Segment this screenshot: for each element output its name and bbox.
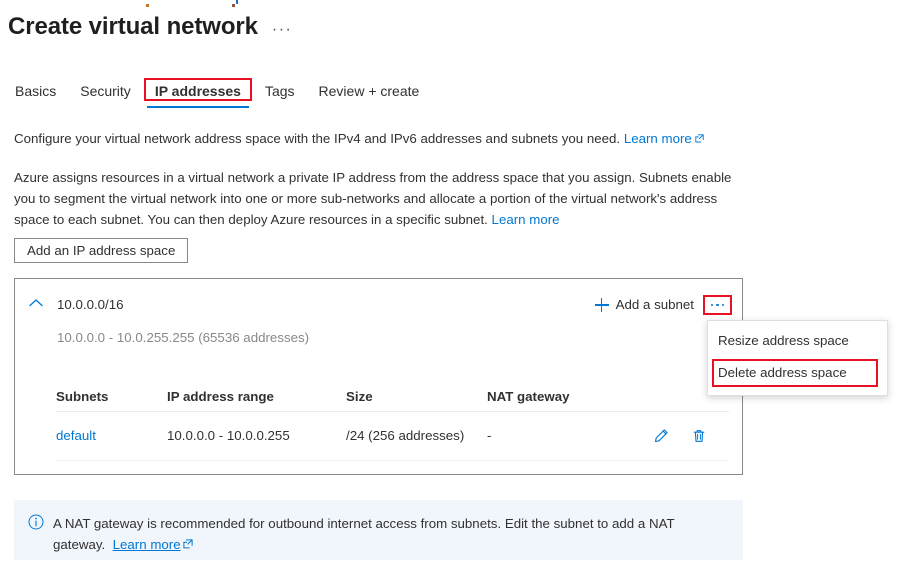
menu-item-delete-address-space[interactable]: Delete address space: [708, 357, 887, 389]
plus-icon: [594, 298, 609, 312]
tab-basics-label: Basics: [15, 83, 57, 99]
page-title: Create virtual network: [8, 13, 258, 40]
address-space-panel: 10.0.0.0/16 10.0.0.0 - 10.0.255.255 (655…: [14, 278, 743, 475]
table-header-row: Subnets IP address range Size NAT gatewa…: [56, 383, 729, 412]
menu-item-resize-address-space[interactable]: Resize address space: [708, 325, 887, 357]
tab-tags[interactable]: Tags: [253, 78, 307, 108]
capture-artifact-left: [146, 4, 149, 7]
cell-subnet-name: default: [56, 427, 167, 445]
intro-learn-more-link-2[interactable]: Learn more: [492, 212, 560, 227]
address-space-cidr: 10.0.0.0/16: [57, 297, 124, 312]
add-subnet-button[interactable]: Add a subnet: [594, 296, 694, 314]
column-header-nat-gateway: NAT gateway: [487, 389, 570, 404]
menu-item-delete-address-space-label: Delete address space: [718, 365, 847, 380]
column-header-size: Size: [346, 389, 373, 404]
tab-ip-addresses-label: IP addresses: [154, 83, 241, 99]
intro-learn-more-link-1[interactable]: Learn more: [624, 131, 692, 146]
cell-row-actions: [653, 428, 729, 444]
address-space-context-menu: Resize address space Delete address spac…: [707, 320, 888, 396]
ellipsis-dot-1: [710, 303, 714, 307]
wizard-tabs: Basics Security IP addresses Tags Review…: [3, 78, 431, 108]
edit-pencil-icon[interactable]: [653, 428, 669, 444]
column-header-subnets: Subnets: [56, 389, 109, 404]
capture-artifact-top: [236, 0, 238, 4]
cell-size: /24 (256 addresses): [346, 428, 465, 443]
nat-gateway-info-banner: A NAT gateway is recommended for outboun…: [14, 500, 743, 560]
address-space-range-summary: 10.0.0.0 - 10.0.255.255 (65536 addresses…: [57, 330, 310, 345]
delete-trash-icon[interactable]: [691, 428, 707, 444]
tab-tags-label: Tags: [264, 83, 295, 99]
intro-paragraph-1: Configure your virtual network address s…: [14, 128, 744, 149]
info-banner-text-wrapper: A NAT gateway is recommended for outboun…: [53, 513, 733, 555]
ellipsis-dot-3: [721, 303, 725, 307]
chevron-up-icon[interactable]: [29, 298, 43, 308]
tab-ip-addresses[interactable]: IP addresses: [143, 78, 253, 108]
address-space-more-actions-button[interactable]: [703, 295, 732, 315]
address-space-header: 10.0.0.0/16 10.0.0.0 - 10.0.255.255 (655…: [15, 279, 742, 345]
info-banner-learn-more-link[interactable]: Learn more: [113, 537, 181, 552]
tab-basics[interactable]: Basics: [3, 78, 68, 108]
subnets-table: Subnets IP address range Size NAT gatewa…: [56, 383, 729, 461]
external-link-icon: [695, 134, 704, 143]
tab-security[interactable]: Security: [68, 78, 143, 108]
info-circle-icon: [28, 514, 44, 530]
table-row: default 10.0.0.0 - 10.0.0.255 /24 (256 a…: [56, 412, 729, 461]
intro-paragraph-2: Azure assigns resources in a virtual net…: [14, 167, 746, 230]
cell-ip-address-range: 10.0.0.0 - 10.0.0.255: [167, 428, 290, 443]
intro-paragraph-1-text: Configure your virtual network address s…: [14, 131, 621, 146]
subnet-link-default[interactable]: default: [56, 428, 96, 443]
page-header: Create virtual network ···: [8, 12, 292, 42]
cell-nat-gateway: -: [487, 428, 492, 443]
tab-review-create-label: Review + create: [318, 83, 420, 99]
capture-artifact-right: [232, 4, 235, 7]
tab-security-label: Security: [80, 83, 131, 99]
tab-review-create[interactable]: Review + create: [307, 78, 432, 108]
menu-item-resize-address-space-label: Resize address space: [718, 333, 849, 348]
external-link-icon: [183, 534, 193, 549]
ellipsis-dot-2: [716, 303, 719, 307]
column-header-ip-range: IP address range: [167, 389, 274, 404]
page-more-actions-icon[interactable]: ···: [272, 18, 292, 38]
add-subnet-label: Add a subnet: [615, 297, 694, 312]
add-ip-address-space-button[interactable]: Add an IP address space: [14, 238, 189, 263]
intro-paragraph-2-text: Azure assigns resources in a virtual net…: [14, 170, 732, 227]
